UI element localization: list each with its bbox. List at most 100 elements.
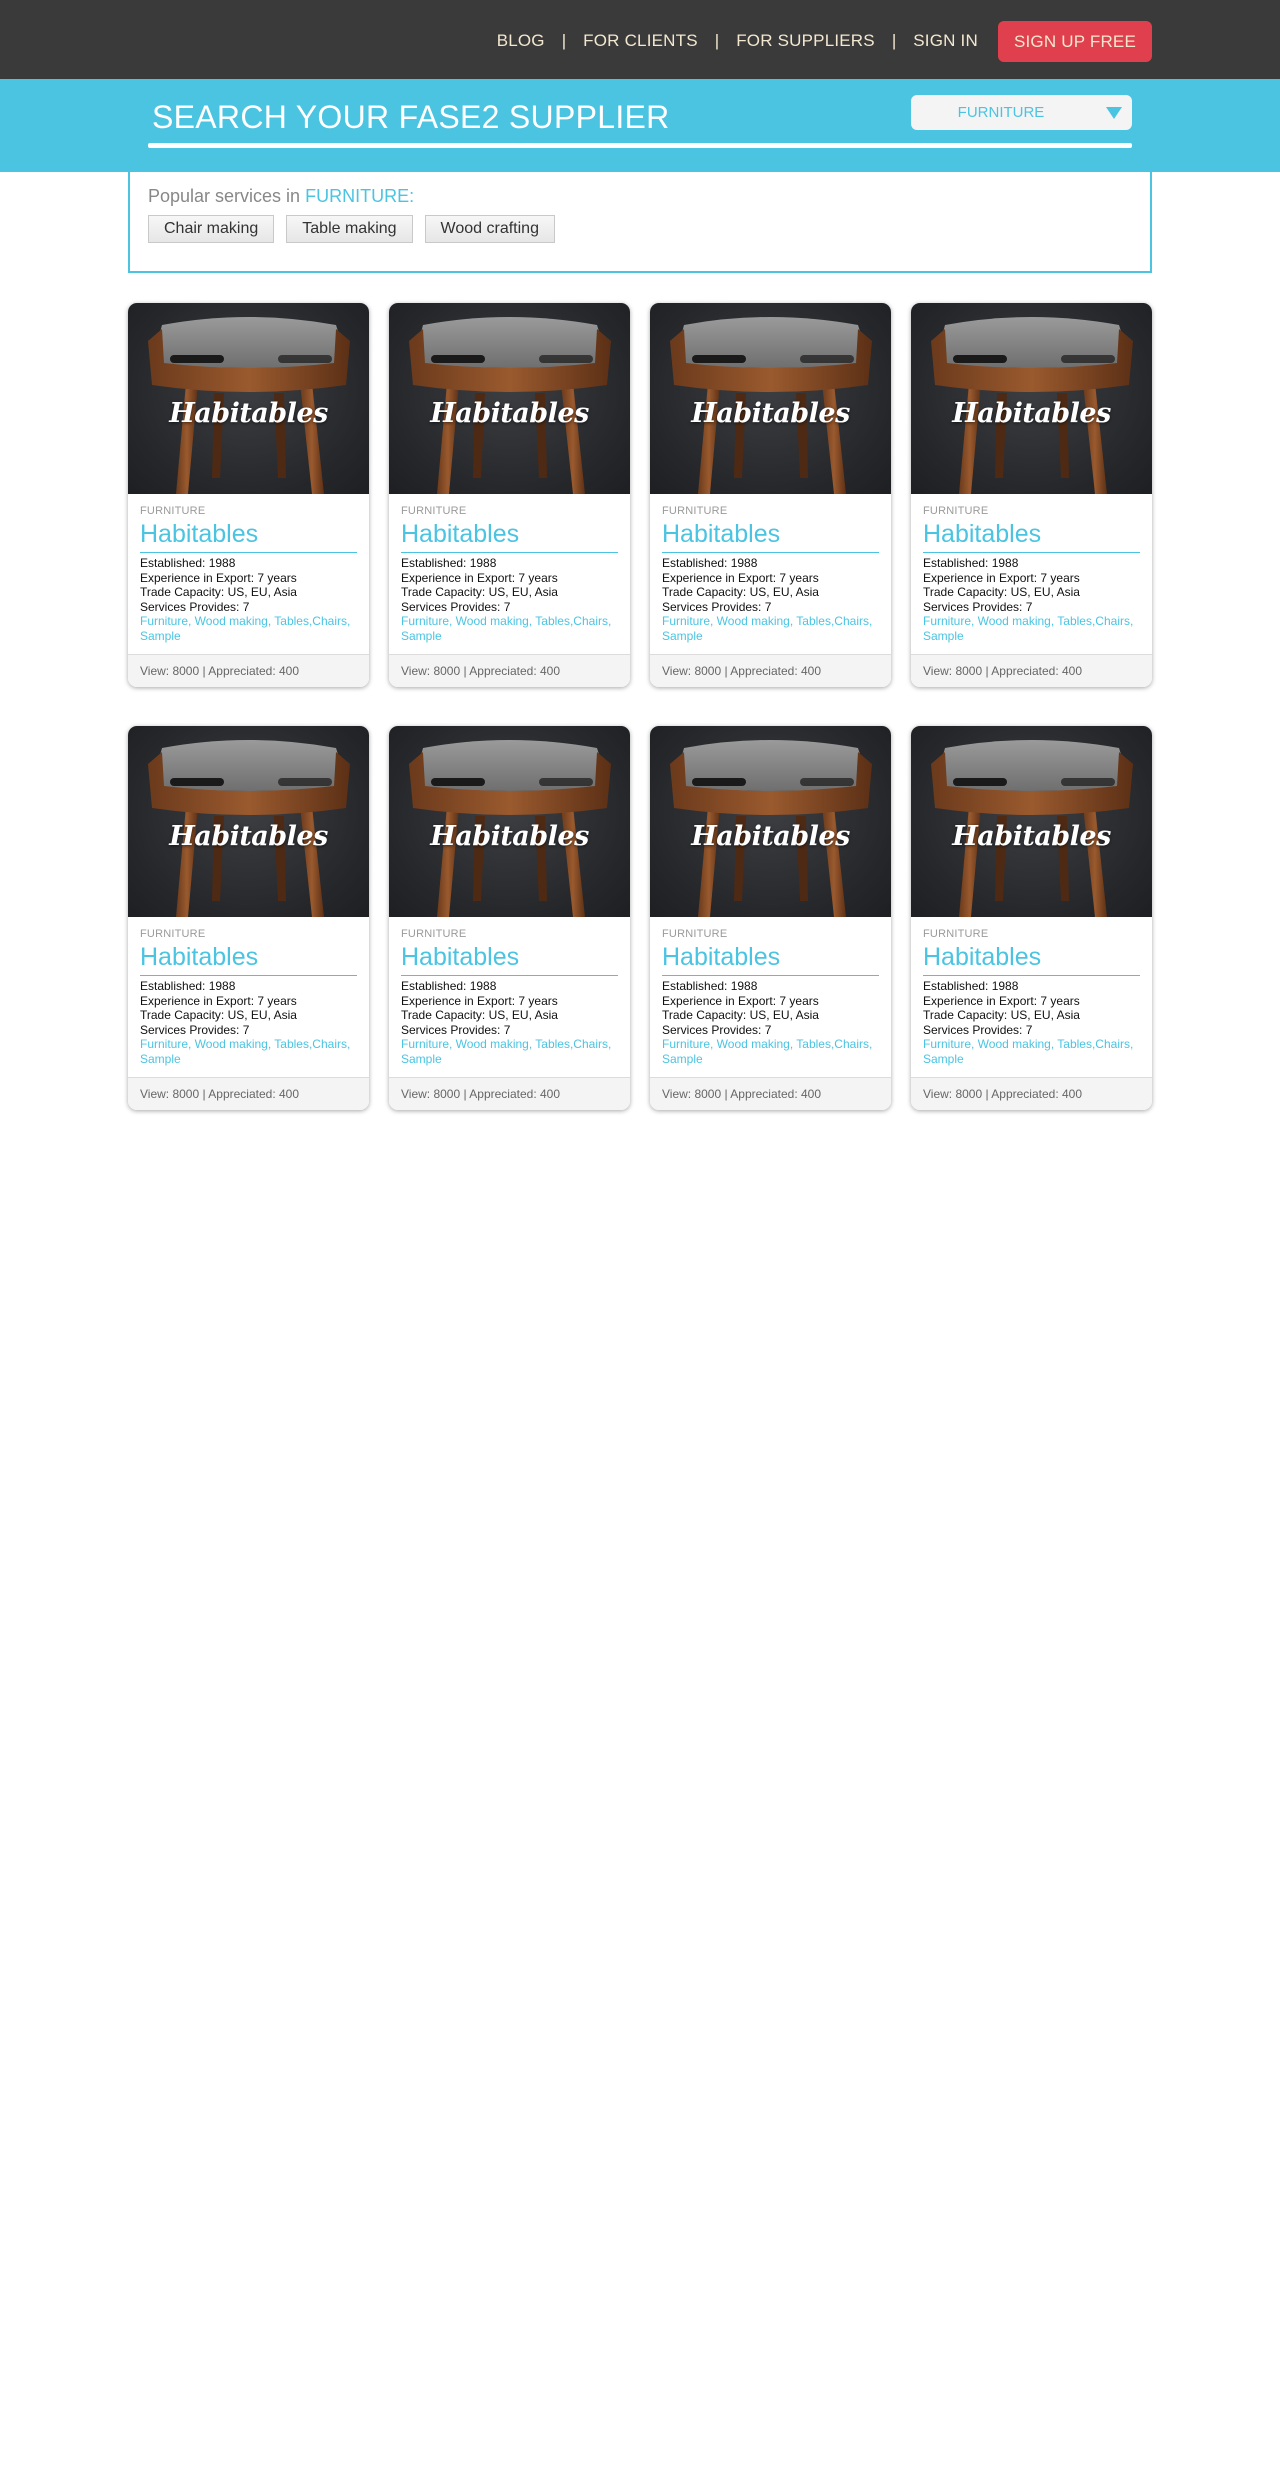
supplier-logo-wordmark: Habitables <box>430 398 589 429</box>
supplier-image[interactable]: Habitables <box>389 303 630 494</box>
supplier-trade-capacity: Trade Capacity: US, EU, Asia <box>140 585 297 599</box>
supplier-services-count: Services Provides: 7 <box>401 599 511 614</box>
supplier-card[interactable]: Habitables FURNITURE Habitables Establis… <box>911 303 1152 687</box>
supplier-stats: View: 8000 | Appreciated: 400 <box>911 654 1152 687</box>
supplier-name[interactable]: Habitables <box>401 942 618 976</box>
supplier-service-tags[interactable]: Furniture, Wood making, Tables,Chairs, S… <box>923 614 1140 643</box>
nav-blog-link[interactable]: BLOG <box>497 31 545 51</box>
supplier-stats: View: 8000 | Appreciated: 400 <box>389 654 630 687</box>
supplier-export-experience: Experience in Export: 7 years <box>401 570 558 585</box>
sign-up-free-button[interactable]: SIGN UP FREE <box>997 20 1152 62</box>
supplier-services-count: Services Provides: 7 <box>401 1022 511 1037</box>
supplier-facts: Established: 1988 Experience in Export: … <box>140 556 357 614</box>
supplier-export-experience: Experience in Export: 7 years <box>662 993 819 1008</box>
supplier-stats: View: 8000 | Appreciated: 400 <box>128 654 369 687</box>
supplier-stats: View: 8000 | Appreciated: 400 <box>128 1077 369 1110</box>
supplier-card[interactable]: Habitables FURNITURE Habitables Establis… <box>389 303 630 687</box>
supplier-established: Established: 1988 <box>140 556 236 570</box>
supplier-name[interactable]: Habitables <box>140 519 357 553</box>
nav-for-clients-link[interactable]: FOR CLIENTS <box>583 31 698 51</box>
supplier-service-tags[interactable]: Furniture, Wood making, Tables,Chairs, S… <box>923 1037 1140 1066</box>
supplier-card-body: FURNITURE Habitables Established: 1988 E… <box>389 494 630 643</box>
supplier-card-body: FURNITURE Habitables Established: 1988 E… <box>128 917 369 1066</box>
nav-sign-in-link[interactable]: SIGN IN <box>913 31 978 51</box>
main-nav: BLOG | FOR CLIENTS | FOR SUPPLIERS | SIG… <box>497 20 1152 62</box>
search-title: SEARCH YOUR FASE2 SUPPLIER <box>152 99 670 135</box>
supplier-logo-wordmark: Habitables <box>691 821 850 852</box>
search-input-underline[interactable] <box>148 143 1132 148</box>
supplier-card[interactable]: Habitables FURNITURE Habitables Establis… <box>389 726 630 1110</box>
popular-services-prefix: Popular services in <box>148 186 306 206</box>
supplier-service-tags[interactable]: Furniture, Wood making, Tables,Chairs, S… <box>140 614 357 643</box>
supplier-facts: Established: 1988 Experience in Export: … <box>923 556 1140 614</box>
supplier-stats: View: 8000 | Appreciated: 400 <box>389 1077 630 1110</box>
supplier-established: Established: 1988 <box>662 556 758 570</box>
supplier-trade-capacity: Trade Capacity: US, EU, Asia <box>662 585 819 599</box>
supplier-stats: View: 8000 | Appreciated: 400 <box>650 654 891 687</box>
supplier-service-tags[interactable]: Furniture, Wood making, Tables,Chairs, S… <box>662 1037 879 1066</box>
category-dropdown-value: FURNITURE <box>957 104 1045 121</box>
supplier-image[interactable]: Habitables <box>128 303 369 494</box>
supplier-trade-capacity: Trade Capacity: US, EU, Asia <box>401 585 558 599</box>
service-chip-chair-making[interactable]: Chair making <box>148 215 275 243</box>
nav-for-suppliers-link[interactable]: FOR SUPPLIERS <box>736 31 875 51</box>
supplier-category: FURNITURE <box>923 505 989 517</box>
supplier-card[interactable]: Habitables FURNITURE Habitables Establis… <box>128 303 369 687</box>
supplier-facts: Established: 1988 Experience in Export: … <box>401 556 618 614</box>
supplier-card[interactable]: Habitables FURNITURE Habitables Establis… <box>128 726 369 1110</box>
supplier-service-tags[interactable]: Furniture, Wood making, Tables,Chairs, S… <box>401 1037 618 1066</box>
supplier-trade-capacity: Trade Capacity: US, EU, Asia <box>923 1008 1080 1022</box>
popular-services-heading: Popular services in FURNITURE: <box>148 186 414 207</box>
supplier-card[interactable]: Habitables FURNITURE Habitables Establis… <box>650 726 891 1110</box>
supplier-services-count: Services Provides: 7 <box>140 1022 250 1037</box>
supplier-established: Established: 1988 <box>923 979 1019 993</box>
supplier-facts: Established: 1988 Experience in Export: … <box>401 979 618 1037</box>
supplier-card-body: FURNITURE Habitables Established: 1988 E… <box>911 494 1152 643</box>
supplier-service-tags[interactable]: Furniture, Wood making, Tables,Chairs, S… <box>401 614 618 643</box>
supplier-name[interactable]: Habitables <box>923 942 1140 976</box>
supplier-service-tags[interactable]: Furniture, Wood making, Tables,Chairs, S… <box>140 1037 357 1066</box>
supplier-category: FURNITURE <box>401 505 467 517</box>
supplier-image[interactable]: Habitables <box>389 726 630 917</box>
supplier-card-body: FURNITURE Habitables Established: 1988 E… <box>650 917 891 1066</box>
service-chips: Chair making Table making Wood crafting <box>148 215 555 243</box>
supplier-category: FURNITURE <box>401 928 467 940</box>
supplier-stats: View: 8000 | Appreciated: 400 <box>911 1077 1152 1110</box>
service-chip-wood-crafting[interactable]: Wood crafting <box>424 215 555 243</box>
supplier-stats: View: 8000 | Appreciated: 400 <box>650 1077 891 1110</box>
supplier-image[interactable]: Habitables <box>650 303 891 494</box>
supplier-image[interactable]: Habitables <box>650 726 891 917</box>
supplier-established: Established: 1988 <box>401 979 497 993</box>
supplier-trade-capacity: Trade Capacity: US, EU, Asia <box>401 1008 558 1022</box>
supplier-name[interactable]: Habitables <box>662 942 879 976</box>
supplier-grid-row: Habitables FURNITURE Habitables Establis… <box>128 303 1152 687</box>
supplier-logo-wordmark: Habitables <box>169 398 328 429</box>
supplier-export-experience: Experience in Export: 7 years <box>401 993 558 1008</box>
supplier-logo-wordmark: Habitables <box>691 398 850 429</box>
supplier-logo-wordmark: Habitables <box>430 821 589 852</box>
supplier-card-body: FURNITURE Habitables Established: 1988 E… <box>650 494 891 643</box>
supplier-service-tags[interactable]: Furniture, Wood making, Tables,Chairs, S… <box>662 614 879 643</box>
supplier-category: FURNITURE <box>923 928 989 940</box>
supplier-logo-wordmark: Habitables <box>169 821 328 852</box>
category-dropdown[interactable]: FURNITURE <box>911 95 1132 130</box>
supplier-established: Established: 1988 <box>401 556 497 570</box>
supplier-facts: Established: 1988 Experience in Export: … <box>923 979 1140 1037</box>
supplier-facts: Established: 1988 Experience in Export: … <box>662 556 879 614</box>
supplier-image[interactable]: Habitables <box>911 303 1152 494</box>
supplier-services-count: Services Provides: 7 <box>923 599 1033 614</box>
supplier-image[interactable]: Habitables <box>128 726 369 917</box>
supplier-card[interactable]: Habitables FURNITURE Habitables Establis… <box>650 303 891 687</box>
supplier-name[interactable]: Habitables <box>140 942 357 976</box>
popular-services-panel: Popular services in FURNITURE: Chair mak… <box>128 172 1152 273</box>
supplier-name[interactable]: Habitables <box>662 519 879 553</box>
supplier-image[interactable]: Habitables <box>911 726 1152 917</box>
supplier-logo-wordmark: Habitables <box>952 398 1111 429</box>
supplier-name[interactable]: Habitables <box>923 519 1140 553</box>
supplier-category: FURNITURE <box>662 505 728 517</box>
supplier-name[interactable]: Habitables <box>401 519 618 553</box>
service-chip-table-making[interactable]: Table making <box>286 215 413 243</box>
supplier-card[interactable]: Habitables FURNITURE Habitables Establis… <box>911 726 1152 1110</box>
supplier-grid-row: Habitables FURNITURE Habitables Establis… <box>128 726 1152 1110</box>
supplier-services-count: Services Provides: 7 <box>140 599 250 614</box>
